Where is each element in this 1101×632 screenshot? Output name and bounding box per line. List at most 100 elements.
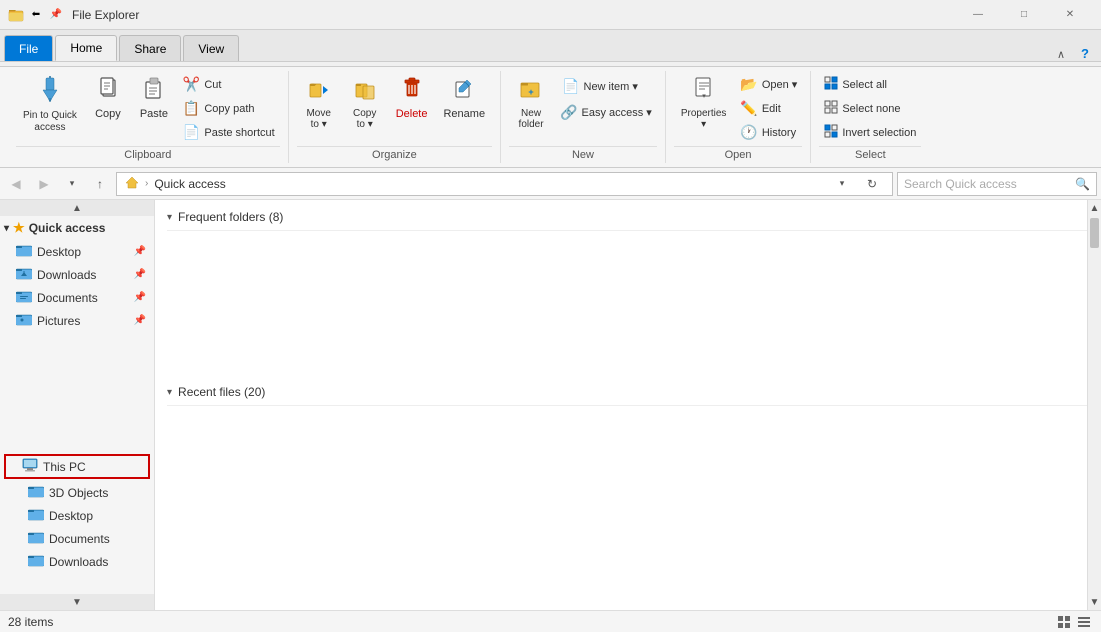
status-bar: 28 items [0, 610, 1101, 632]
forward-button[interactable]: ▶ [32, 172, 56, 196]
quick-access-header[interactable]: ▾ ★ Quick access [0, 216, 154, 240]
sidebar-item-this-pc[interactable]: This PC [4, 454, 150, 479]
content-scroll-up[interactable]: ▲ [1088, 200, 1101, 216]
pictures-label: Pictures [37, 314, 80, 328]
documents-label: Documents [37, 291, 98, 305]
cut-button[interactable]: ✂️ Cut [178, 73, 280, 96]
properties-button[interactable]: ▾ Properties▾ [674, 73, 734, 133]
copy-to-icon [354, 76, 376, 106]
new-folder-button[interactable]: + Newfolder [509, 73, 553, 133]
help-button[interactable]: ? [1073, 46, 1097, 61]
rename-icon [453, 76, 475, 106]
new-item-button[interactable]: 📄 New item ▾ [555, 73, 657, 100]
tab-view[interactable]: View [183, 35, 239, 61]
move-to-icon [308, 76, 330, 106]
rename-button[interactable]: Rename [436, 73, 492, 123]
new-item-icon: 📄 [562, 78, 579, 95]
select-all-button[interactable]: Select all [819, 73, 921, 96]
this-pc-icon [22, 458, 38, 475]
content-scroll-down[interactable]: ▼ [1088, 594, 1101, 610]
open-content: ▾ Properties▾ 📂 Open ▾ ✏️ Edit � [674, 71, 803, 144]
address-separator: › [145, 178, 148, 189]
content-scroll-thumb [1090, 218, 1099, 248]
quick-access-icon: ⬅ [28, 7, 44, 23]
pin-icon-dl: 📌 [134, 269, 146, 280]
main-layout: ▲ ▾ ★ Quick access Desktop 📌 [0, 200, 1101, 610]
back-button[interactable]: ◀ [4, 172, 28, 196]
sidebar-item-desktop-pc[interactable]: Desktop [0, 504, 154, 527]
edit-button[interactable]: ✏️ Edit [735, 97, 802, 120]
copy-to-button[interactable]: Copyto ▾ [343, 73, 387, 133]
title-bar-controls: — □ ✕ [955, 0, 1093, 30]
invert-selection-button[interactable]: Invert selection [819, 121, 921, 144]
sidebar-item-pictures[interactable]: Pictures 📌 [0, 309, 154, 332]
recent-files-header[interactable]: ▾ Recent files (20) [167, 379, 1089, 406]
address-bar[interactable]: › Quick access ▾ ↻ [116, 172, 893, 196]
sidebar-item-documents[interactable]: Documents 📌 [0, 286, 154, 309]
status-item-count: 28 items [8, 615, 53, 629]
copy-icon [97, 76, 119, 106]
3d-objects-icon [28, 484, 44, 501]
content-scrollbar: ▲ ▼ [1087, 200, 1101, 610]
sidebar-item-documents-pc[interactable]: Documents [0, 527, 154, 550]
refresh-button[interactable]: ↻ [860, 172, 884, 196]
recent-locations-button[interactable]: ▾ [60, 172, 84, 196]
view-tiles-button[interactable] [1055, 613, 1073, 631]
new-items-col: 📄 New item ▾ 🔗 Easy access ▾ [555, 73, 657, 124]
open-button[interactable]: 📂 Open ▾ [735, 73, 802, 96]
search-icon: 🔍 [1075, 177, 1090, 191]
address-dropdown-button[interactable]: ▾ [830, 172, 854, 196]
ribbon-group-organize: Moveto ▾ Copyto ▾ [289, 71, 501, 163]
pictures-folder-icon [16, 312, 32, 329]
ribbon-collapse-btn[interactable]: ∧ [1049, 48, 1073, 61]
select-none-button[interactable]: Select none [819, 97, 921, 120]
select-items-col: Select all Select none [819, 73, 921, 144]
documents-pc-icon [28, 530, 44, 547]
delete-button[interactable]: Delete [389, 73, 435, 123]
move-to-button[interactable]: Moveto ▾ [297, 73, 341, 133]
view-list-button[interactable] [1075, 613, 1093, 631]
new-content: + Newfolder 📄 New item ▾ 🔗 Easy access ▾ [509, 71, 657, 144]
sidebar-item-3d-objects[interactable]: 3D Objects [0, 481, 154, 504]
paste-button[interactable]: Paste [132, 73, 176, 123]
history-button[interactable]: 🕐 History [735, 121, 802, 144]
paste-shortcut-button[interactable]: 📄 Paste shortcut [178, 121, 280, 144]
easy-access-button[interactable]: 🔗 Easy access ▾ [555, 101, 657, 124]
minimize-button[interactable]: — [955, 0, 1001, 30]
recent-files-content [167, 414, 1089, 574]
copy-button[interactable]: Copy [86, 73, 130, 123]
frequent-folders-header[interactable]: ▾ Frequent folders (8) [167, 204, 1089, 231]
status-view-buttons [1055, 613, 1093, 631]
tab-strip: File Home Share View ∧ ? [0, 30, 1101, 62]
maximize-button[interactable]: □ [1001, 0, 1047, 30]
address-home-icon [125, 175, 139, 192]
documents-folder-icon [16, 289, 32, 306]
desktop-pc-icon [28, 507, 44, 524]
search-placeholder: Search Quick access [904, 177, 1071, 191]
app-icon [8, 7, 24, 23]
tab-file[interactable]: File [4, 35, 53, 61]
organize-label: Organize [297, 146, 492, 163]
new-label: New [509, 146, 657, 163]
sidebar-scroll-up[interactable]: ▲ [0, 200, 154, 216]
tab-home[interactable]: Home [55, 35, 117, 61]
ribbon-group-select: Select all Select none [811, 71, 929, 163]
content-area: ▲ ▼ ▾ Frequent folders (8) ▾ Recent file… [155, 200, 1101, 610]
sidebar-item-desktop[interactable]: Desktop 📌 [0, 240, 154, 263]
new-folder-icon: + [520, 76, 542, 106]
pin-to-quick-access-button[interactable]: Pin to Quickaccess [16, 73, 84, 137]
select-all-icon [824, 76, 838, 93]
pin-title-icon: 📌 [48, 7, 64, 23]
sidebar-item-downloads-pc[interactable]: Downloads [0, 550, 154, 573]
up-button[interactable]: ↑ [88, 172, 112, 196]
sidebar-scroll-down[interactable]: ▼ [0, 594, 154, 610]
copy-path-button[interactable]: 📋 Copy path [178, 97, 280, 120]
svg-text:+: + [528, 87, 533, 97]
sidebar-item-downloads[interactable]: Downloads 📌 [0, 263, 154, 286]
tab-share[interactable]: Share [119, 35, 181, 61]
title-bar: ⬅ 📌 File Explorer — □ ✕ [0, 0, 1101, 30]
delete-icon [401, 76, 423, 106]
search-bar[interactable]: Search Quick access 🔍 [897, 172, 1097, 196]
pin-icon-pic: 📌 [134, 315, 146, 326]
close-button[interactable]: ✕ [1047, 0, 1093, 30]
